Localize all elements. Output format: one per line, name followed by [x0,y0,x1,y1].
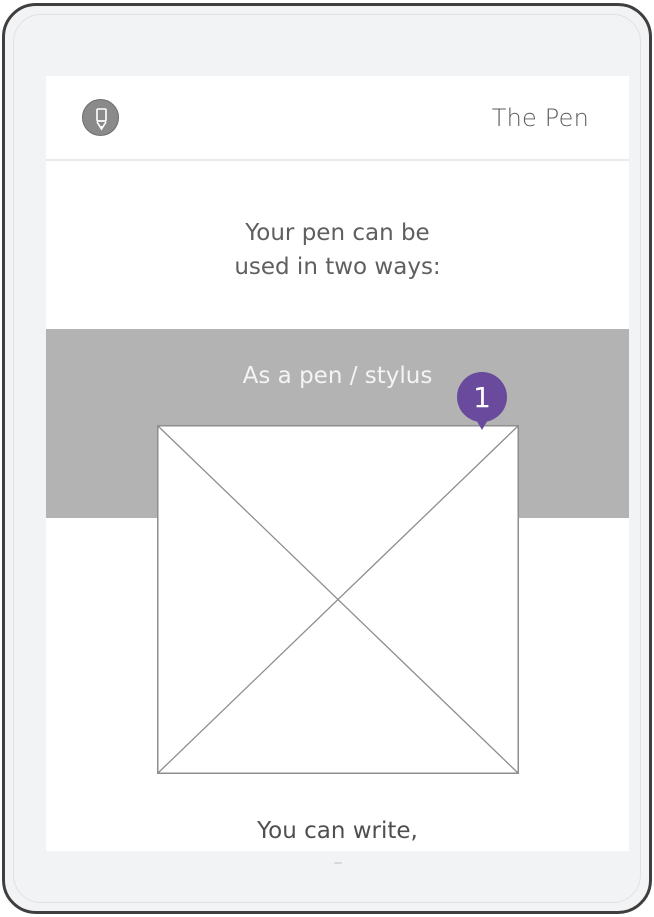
body-text: You can write, [257,818,418,844]
app-screen: The Pen Your pen can be used in two ways… [46,76,629,851]
pen-icon[interactable] [82,99,119,136]
app-header: The Pen [46,76,629,161]
section-title: As a pen / stylus [242,363,433,389]
tablet-frame: The Pen Your pen can be used in two ways… [2,3,652,914]
intro-line-2: used in two ways: [234,254,441,280]
app-title: The Pen [491,104,589,132]
scroll-indicator [334,862,342,864]
annotation-marker[interactable]: 1 [454,372,510,432]
intro-line-1: Your pen can be [245,220,430,246]
intro-text: Your pen can be used in two ways: [46,216,629,284]
marker-number: 1 [473,381,491,414]
image-placeholder [157,425,519,774]
